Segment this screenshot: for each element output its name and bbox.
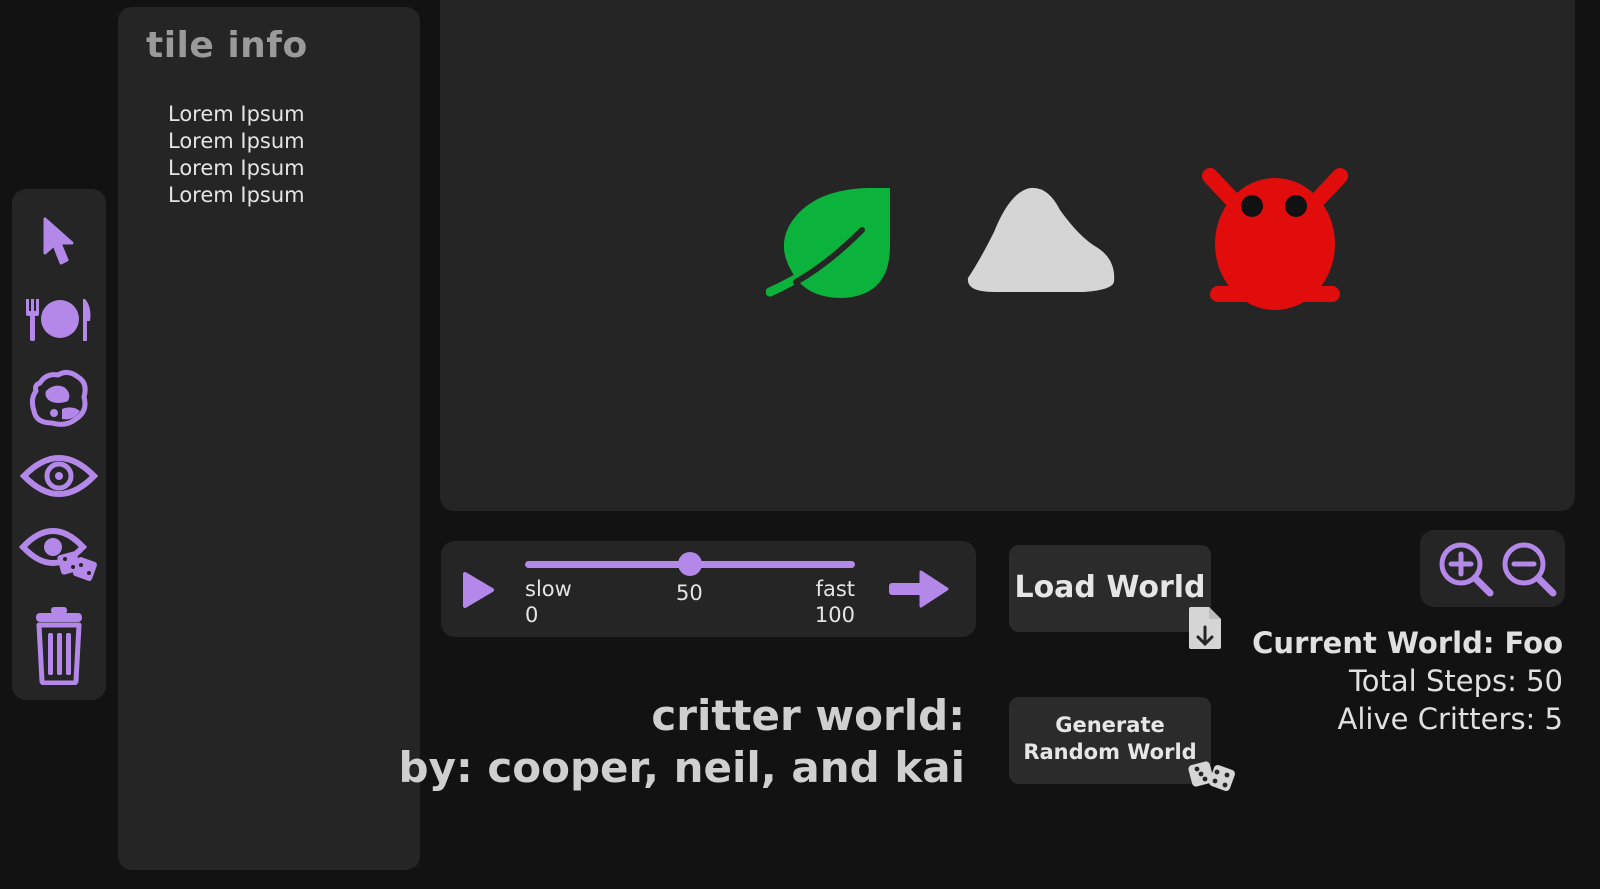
view-tool[interactable] (12, 441, 106, 511)
zoom-controls (1420, 530, 1565, 607)
tile-info-title: tile info (146, 25, 308, 66)
pointer-icon (43, 217, 74, 265)
total-steps: Total Steps: 50 (1349, 664, 1563, 698)
tile-info-line: Lorem Ipsum (168, 102, 305, 126)
play-button[interactable] (461, 571, 495, 609)
slider-min-word: slow (525, 577, 572, 601)
eye-icon (20, 455, 98, 497)
eye-dice-icon (19, 528, 97, 581)
slider-max-word: fast (815, 577, 855, 601)
rock-icon (967, 187, 1115, 292)
leaf-icon (765, 188, 890, 298)
tile-info-line: Lorem Ipsum (168, 183, 305, 207)
tile-info-line: Lorem Ipsum (168, 156, 305, 180)
generate-line2: Random World (1023, 740, 1197, 764)
slider-min-value: 0 (525, 603, 539, 627)
trash-icon (36, 607, 82, 685)
toolbar (12, 189, 106, 700)
tile-info-line: Lorem Ipsum (168, 129, 305, 153)
food-tool[interactable] (12, 285, 106, 355)
playback-controls: slow 0 50 fast 100 (441, 541, 976, 637)
tile-info-panel: tile info Lorem Ipsum Lorem Ipsum Lorem … (118, 7, 420, 870)
select-tool[interactable] (12, 207, 106, 277)
critter-icon (1202, 168, 1348, 310)
file-download-icon (1189, 607, 1221, 649)
fork-plate-knife-icon (26, 299, 91, 341)
current-world: Current World: Foo (1252, 626, 1563, 660)
world-stats: Current World: Foo Total Steps: 50 Alive… (1252, 624, 1563, 738)
alive-critters: Alive Critters: 5 (1337, 702, 1563, 736)
world-view[interactable] (440, 0, 1575, 511)
dice-icon (1188, 761, 1235, 791)
generate-line1: Generate (1055, 713, 1165, 737)
slider-thumb[interactable] (678, 552, 702, 576)
credits-authors: by: cooper, neil, and kai (398, 743, 966, 792)
zoom-out-icon[interactable] (1500, 540, 1558, 598)
food-tile[interactable] (765, 186, 894, 304)
speed-slider[interactable] (525, 552, 855, 576)
load-world-button[interactable]: Load World (1009, 545, 1221, 649)
rock-icon (29, 369, 88, 427)
critter-tile[interactable] (1200, 164, 1350, 320)
rock-tile[interactable] (964, 186, 1118, 298)
generate-world-button[interactable]: Generate Random World (1009, 697, 1235, 791)
step-button[interactable] (887, 569, 949, 609)
rock-tool[interactable] (12, 363, 106, 433)
credits: critter world: by: cooper, neil, and kai (399, 690, 966, 794)
random-view-tool[interactable] (12, 519, 106, 589)
slider-max-value: 100 (814, 603, 855, 627)
tile-info-list: Lorem Ipsum Lorem Ipsum Lorem Ipsum Lore… (168, 101, 305, 209)
credits-title: critter world: (651, 691, 965, 740)
slider-current-value: 50 (676, 581, 703, 605)
generate-world-label: Generate Random World (1009, 712, 1211, 766)
zoom-in-icon[interactable] (1437, 540, 1495, 598)
load-world-label: Load World (1014, 570, 1206, 605)
delete-tool[interactable] (12, 604, 106, 686)
